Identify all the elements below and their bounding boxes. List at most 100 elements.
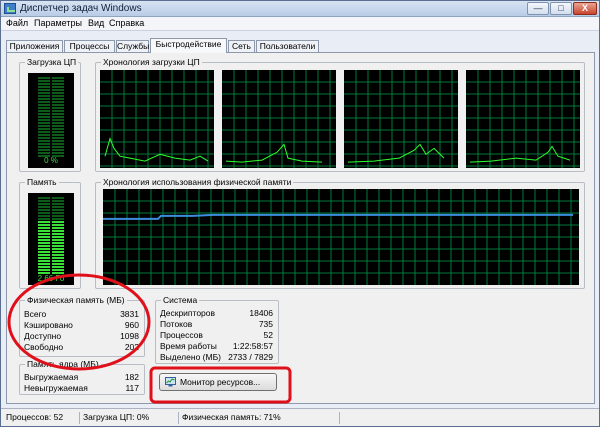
stat-value: 735	[258, 319, 273, 329]
memory-meter-led	[38, 245, 50, 247]
cpu-meter-led	[52, 80, 64, 82]
resource-monitor-button[interactable]: Монитор ресурсов...	[159, 373, 277, 391]
cpu-meter-led	[38, 110, 50, 112]
cpu-usage-group: Загрузка ЦП 0 %	[19, 57, 81, 172]
memory-meter-led	[38, 266, 50, 268]
cpu-usage-value: 0 %	[44, 156, 58, 165]
menu-help[interactable]: Справка	[109, 18, 144, 28]
kernel-memory-title: Память ядра (МБ)	[25, 359, 101, 369]
memory-meter-led	[38, 260, 50, 262]
memory-meter-led	[52, 206, 64, 208]
memory-meter-led	[38, 218, 50, 220]
cpu-meter-led	[52, 125, 64, 127]
memory-history-group: Хронология использования физической памя…	[95, 177, 585, 289]
tab-processes[interactable]: Процессы	[64, 40, 115, 52]
cpu-meter-led	[52, 86, 64, 88]
tab-performance[interactable]: Быстродействие	[150, 38, 227, 53]
cpu-meter-led	[52, 101, 64, 103]
cpu-meter-led	[52, 83, 64, 85]
cpu-meter-led	[38, 137, 50, 139]
stat-row-threads: Потоков 735	[160, 319, 273, 330]
cpu-core-graph-bg	[222, 70, 336, 168]
stat-label: Кэшировано	[24, 320, 73, 330]
stat-label: Потоков	[160, 319, 193, 329]
menu-bar: Файл Параметры Вид Справка	[1, 17, 599, 31]
memory-meter-led	[52, 260, 64, 262]
tab-network[interactable]: Сеть	[228, 40, 255, 52]
title-bar[interactable]: Диспетчер задач Windows — □ X	[1, 1, 599, 17]
stat-row-commit: Выделено (МБ) 2733 / 7829	[160, 352, 273, 363]
memory-meter-led	[52, 203, 64, 205]
stat-row-handles: Дескрипторов 18406	[160, 308, 273, 319]
cpu-meter-led	[52, 134, 64, 136]
stat-value: 202	[124, 342, 139, 352]
memory-meter-led	[38, 224, 50, 226]
maximize-button[interactable]: □	[550, 2, 572, 15]
tab-services[interactable]: Службы	[116, 40, 149, 52]
cpu-meter-led	[38, 140, 50, 142]
cpu-meter-led	[38, 125, 50, 127]
stat-row-cached: Кэшировано 960	[24, 320, 139, 331]
memory-meter-led	[52, 200, 64, 202]
stat-row-available: Доступно 1098	[24, 331, 139, 342]
memory-meter-led	[38, 227, 50, 229]
minimize-button[interactable]: —	[527, 2, 549, 15]
cpu-meter-led	[52, 113, 64, 115]
memory-meter-led	[38, 233, 50, 235]
memory-meter-led	[38, 215, 50, 217]
memory-meter-led	[52, 245, 64, 247]
cpu-meter-led	[52, 122, 64, 124]
menu-options[interactable]: Параметры	[34, 18, 82, 28]
memory-meter-led	[52, 251, 64, 253]
cpu-meter-led	[38, 80, 50, 82]
memory-meter-led	[38, 212, 50, 214]
cpu-meter-led	[38, 134, 50, 136]
menu-view[interactable]: Вид	[88, 18, 104, 28]
cpu-meter-led	[38, 128, 50, 130]
tab-users[interactable]: Пользователи	[256, 40, 319, 52]
memory-meter-led	[52, 224, 64, 226]
memory-meter-bars	[38, 197, 64, 274]
memory-meter-led	[52, 221, 64, 223]
memory-meter-led	[52, 236, 64, 238]
menu-file[interactable]: Файл	[6, 18, 28, 28]
memory-meter-led	[52, 209, 64, 211]
status-cpu: Загрузка ЦП: 0%	[79, 412, 177, 424]
status-bar: Процессов: 52 Загрузка ЦП: 0% Физическая…	[1, 408, 599, 426]
cpu-meter-led	[38, 122, 50, 124]
cpu-meter-led	[52, 152, 64, 154]
tab-applications[interactable]: Приложения	[6, 40, 63, 52]
stat-value: 18406	[249, 308, 273, 318]
stat-label: Всего	[24, 309, 47, 319]
cpu-meter-led	[38, 146, 50, 148]
stat-label: Дескрипторов	[160, 308, 216, 318]
cpu-meter-led	[38, 86, 50, 88]
memory-history-title: Хронология использования физической памя…	[101, 177, 294, 187]
status-memory: Физическая память: 71%	[178, 412, 338, 424]
cpu-meter-led	[38, 107, 50, 109]
cpu-meter-led	[38, 131, 50, 133]
memory-meter-led	[52, 197, 64, 199]
resource-monitor-label: Монитор ресурсов...	[180, 377, 261, 387]
system-group: Система Дескрипторов 18406 Потоков 735 П…	[155, 295, 279, 364]
cpu-meter-led	[52, 146, 64, 148]
stat-label: Доступно	[24, 331, 62, 341]
memory-meter-led	[38, 269, 50, 271]
cpu-meter-led	[38, 119, 50, 121]
cpu-meter-led	[38, 152, 50, 154]
stat-label: Выгружаемая	[24, 372, 79, 382]
cpu-meter-led	[38, 95, 50, 97]
cpu-meter-led	[38, 92, 50, 94]
memory-meter-led	[52, 257, 64, 259]
task-manager-icon	[4, 3, 16, 14]
memory-usage-value: 2,66 Гб	[37, 274, 65, 283]
cpu-meter-led	[52, 92, 64, 94]
close-button[interactable]: X	[573, 2, 597, 15]
memory-meter-led	[52, 227, 64, 229]
memory-meter-led	[38, 248, 50, 250]
kernel-memory-group: Память ядра (МБ) Выгружаемая 182 Невыгру…	[19, 359, 145, 395]
cpu-meter-led	[52, 116, 64, 118]
cpu-core-graph-bg	[100, 70, 214, 168]
memory-meter-led	[52, 239, 64, 241]
status-processes: Процессов: 52	[6, 412, 64, 422]
